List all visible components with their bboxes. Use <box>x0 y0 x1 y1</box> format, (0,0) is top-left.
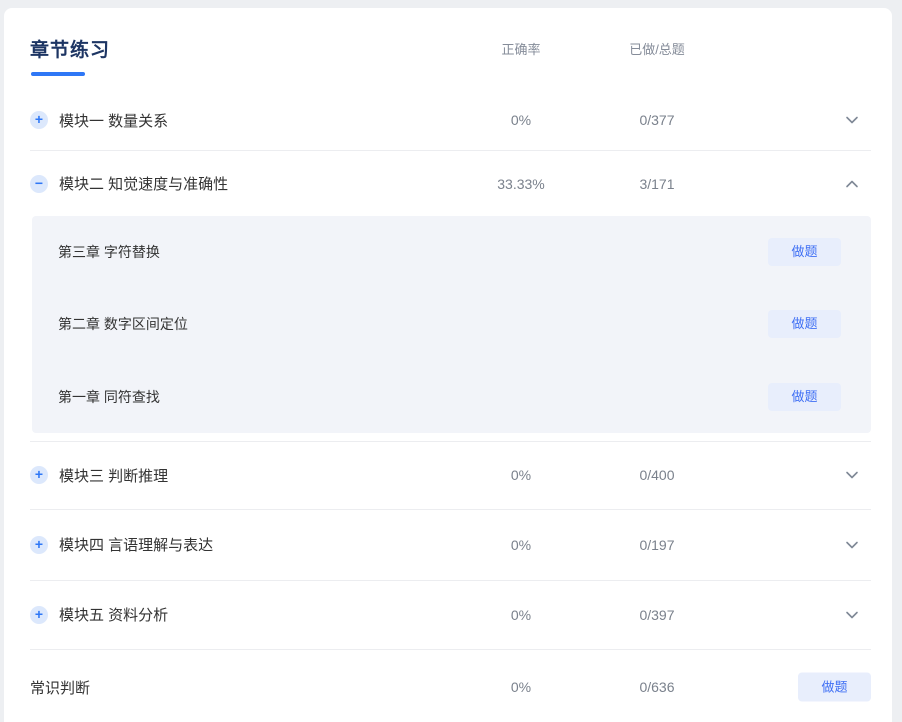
expand-toggle-icon[interactable]: − <box>30 175 48 193</box>
title-underline <box>31 72 85 76</box>
expand-toggle-icon[interactable]: + <box>30 606 48 624</box>
module-accuracy-value: 0% <box>461 467 581 483</box>
module-row[interactable]: + 模块一 数量关系 0% 0/377 <box>4 90 892 150</box>
chapter-name: 第三章 字符替换 <box>58 242 160 262</box>
practice-button[interactable]: 做题 <box>768 383 841 411</box>
module-progress-value: 3/171 <box>597 176 717 192</box>
module-progress-value: 0/400 <box>597 467 717 483</box>
column-header-progress: 已做/总题 <box>597 39 717 58</box>
chevron-up-icon[interactable] <box>843 175 861 193</box>
module-progress-value: 0/377 <box>597 112 717 128</box>
chapter-practice-card: 章节练习 正确率 已做/总题 + 模块一 数量关系 0% 0/377 − 模块二… <box>4 8 892 722</box>
module-name: 模块三 判断推理 <box>59 465 168 486</box>
footer-row-label: 常识判断 <box>30 677 90 698</box>
chevron-down-icon[interactable] <box>843 111 861 129</box>
module-progress-value: 0/397 <box>597 607 717 623</box>
page-title: 章节练习 <box>30 35 110 62</box>
chapter-name: 第一章 同符查找 <box>58 387 160 407</box>
module-accuracy-value: 0% <box>461 112 581 128</box>
practice-button[interactable]: 做题 <box>798 673 871 702</box>
chapter-panel: 第三章 字符替换 做题 第二章 数字区间定位 做题 第一章 同符查找 做题 <box>32 216 871 433</box>
module-name: 模块一 数量关系 <box>59 110 168 131</box>
practice-button[interactable]: 做题 <box>768 310 841 338</box>
module-list: + 模块一 数量关系 0% 0/377 − 模块二 知觉速度与准确性 33.33… <box>4 90 892 650</box>
chapter-row: 第三章 字符替换 做题 <box>32 216 871 288</box>
module-progress-value: 0/197 <box>597 537 717 553</box>
column-header-accuracy: 正确率 <box>461 39 581 58</box>
chapter-row: 第一章 同符查找 做题 <box>32 361 871 433</box>
chevron-down-icon[interactable] <box>843 466 861 484</box>
footer-row-common-sense: 常识判断 0% 0/636 做题 <box>4 650 892 722</box>
module-row[interactable]: + 模块五 资料分析 0% 0/397 <box>4 581 892 649</box>
chapter-name: 第二章 数字区间定位 <box>58 314 188 334</box>
module-row[interactable]: + 模块三 判断推理 0% 0/400 <box>4 442 892 509</box>
module-accuracy-value: 33.33% <box>461 176 581 192</box>
footer-progress-value: 0/636 <box>597 679 717 695</box>
module-row[interactable]: + 模块四 言语理解与表达 0% 0/197 <box>4 510 892 580</box>
chevron-down-icon[interactable] <box>843 536 861 554</box>
panel-gap <box>4 433 892 441</box>
expand-toggle-icon[interactable]: + <box>30 111 48 129</box>
card-header: 章节练习 正确率 已做/总题 <box>4 8 892 90</box>
practice-button[interactable]: 做题 <box>768 238 841 266</box>
module-row[interactable]: − 模块二 知觉速度与准确性 33.33% 3/171 <box>4 151 892 216</box>
module-accuracy-value: 0% <box>461 607 581 623</box>
footer-accuracy-value: 0% <box>461 679 581 695</box>
module-name: 模块五 资料分析 <box>59 604 168 625</box>
module-name: 模块四 言语理解与表达 <box>59 534 213 555</box>
module-accuracy-value: 0% <box>461 537 581 553</box>
expand-toggle-icon[interactable]: + <box>30 466 48 484</box>
chevron-down-icon[interactable] <box>843 606 861 624</box>
expand-toggle-icon[interactable]: + <box>30 536 48 554</box>
chapter-row: 第二章 数字区间定位 做题 <box>32 288 871 360</box>
module-name: 模块二 知觉速度与准确性 <box>59 173 228 194</box>
